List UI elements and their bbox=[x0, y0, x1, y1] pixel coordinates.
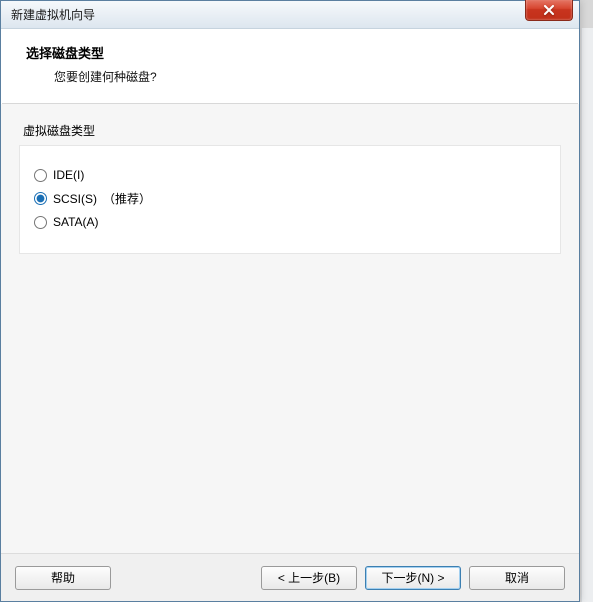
close-icon bbox=[543, 5, 555, 15]
next-button[interactable]: 下一步(N) > bbox=[365, 566, 461, 590]
radio-sata-input[interactable] bbox=[34, 216, 47, 229]
close-button[interactable] bbox=[525, 0, 573, 21]
wizard-footer: 帮助 < 上一步(B) 下一步(N) > 取消 bbox=[1, 553, 579, 601]
radio-sata-label: SATA(A) bbox=[53, 215, 99, 229]
radio-scsi-label: SCSI(S) bbox=[53, 192, 97, 206]
window-title: 新建虚拟机向导 bbox=[11, 6, 95, 23]
disk-type-group: IDE(I) SCSI(S) （推荐） SATA(A) bbox=[19, 145, 561, 254]
back-button[interactable]: < 上一步(B) bbox=[261, 566, 357, 590]
wizard-content: 虚拟磁盘类型 IDE(I) SCSI(S) （推荐） SATA(A) bbox=[1, 104, 579, 574]
cancel-button[interactable]: 取消 bbox=[469, 566, 565, 590]
header-title: 选择磁盘类型 bbox=[26, 43, 560, 62]
radio-scsi[interactable]: SCSI(S) （推荐） bbox=[34, 190, 546, 207]
header-subtitle: 您要创建何种磁盘? bbox=[54, 68, 560, 85]
background-hint bbox=[581, 28, 593, 602]
wizard-window: 新建虚拟机向导 选择磁盘类型 您要创建何种磁盘? 虚拟磁盘类型 IDE(I) S… bbox=[0, 0, 580, 602]
radio-ide-input[interactable] bbox=[34, 169, 47, 182]
radio-scsi-suffix: （推荐） bbox=[103, 190, 151, 207]
radio-ide[interactable]: IDE(I) bbox=[34, 168, 546, 182]
disk-type-group-label: 虚拟磁盘类型 bbox=[23, 122, 561, 139]
radio-ide-label: IDE(I) bbox=[53, 168, 84, 182]
radio-sata[interactable]: SATA(A) bbox=[34, 215, 546, 229]
help-button[interactable]: 帮助 bbox=[15, 566, 111, 590]
wizard-header: 选择磁盘类型 您要创建何种磁盘? bbox=[2, 29, 578, 104]
titlebar: 新建虚拟机向导 bbox=[1, 1, 579, 29]
radio-scsi-input[interactable] bbox=[34, 192, 47, 205]
